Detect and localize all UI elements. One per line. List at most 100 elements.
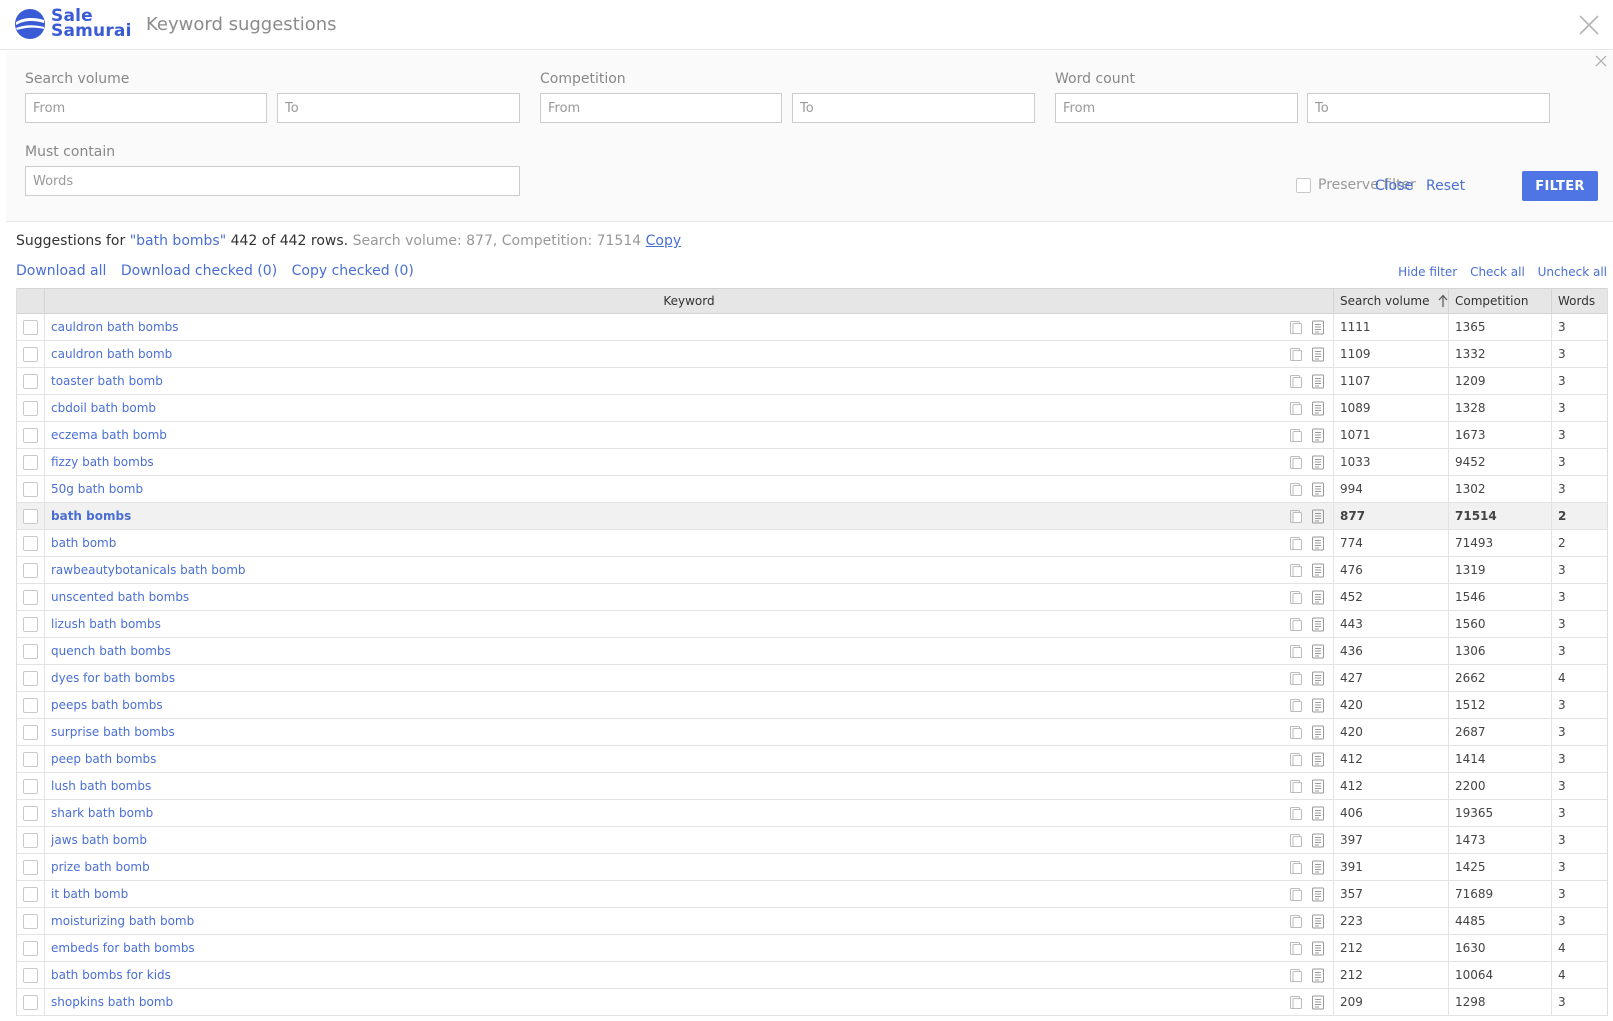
- copy-icon[interactable]: [1289, 806, 1303, 821]
- keyword-link[interactable]: moisturizing bath bomb: [51, 914, 194, 928]
- copy-icon[interactable]: [1289, 644, 1303, 659]
- document-icon[interactable]: [1311, 887, 1325, 902]
- row-checkbox[interactable]: [23, 967, 38, 983]
- copy-icon[interactable]: [1289, 563, 1303, 578]
- row-checkbox[interactable]: [23, 454, 38, 470]
- copy-icon[interactable]: [1289, 509, 1303, 524]
- keyword-link[interactable]: bath bombs: [51, 509, 131, 523]
- copy-icon[interactable]: [1289, 401, 1303, 416]
- competition-from-input[interactable]: [540, 93, 782, 123]
- keyword-link[interactable]: it bath bomb: [51, 887, 128, 901]
- uncheck-all-link[interactable]: Uncheck all: [1538, 265, 1607, 279]
- document-icon[interactable]: [1311, 644, 1325, 659]
- document-icon[interactable]: [1311, 563, 1325, 578]
- keyword-link[interactable]: quench bath bombs: [51, 644, 171, 658]
- keyword-link[interactable]: rawbeautybotanicals bath bomb: [51, 563, 246, 577]
- document-icon[interactable]: [1311, 725, 1325, 740]
- copy-icon[interactable]: [1289, 374, 1303, 389]
- row-checkbox[interactable]: [23, 805, 38, 821]
- row-checkbox[interactable]: [23, 940, 38, 956]
- word-count-to-input[interactable]: [1307, 93, 1550, 123]
- keyword-link[interactable]: bath bombs for kids: [51, 968, 171, 982]
- row-checkbox[interactable]: [23, 778, 38, 794]
- row-checkbox[interactable]: [23, 886, 38, 902]
- row-checkbox[interactable]: [23, 616, 38, 632]
- keyword-link[interactable]: peep bath bombs: [51, 752, 156, 766]
- row-checkbox[interactable]: [23, 481, 38, 497]
- document-icon[interactable]: [1311, 401, 1325, 416]
- copy-icon[interactable]: [1289, 671, 1303, 686]
- keyword-link[interactable]: prize bath bomb: [51, 860, 150, 874]
- document-icon[interactable]: [1311, 995, 1325, 1010]
- check-all-link[interactable]: Check all: [1470, 265, 1525, 279]
- document-icon[interactable]: [1311, 806, 1325, 821]
- competition-column-header[interactable]: Competition: [1449, 289, 1552, 313]
- copy-icon[interactable]: [1289, 860, 1303, 875]
- search-volume-from-input[interactable]: [25, 93, 267, 123]
- document-icon[interactable]: [1311, 698, 1325, 713]
- filter-button[interactable]: FILTER: [1522, 171, 1598, 201]
- row-checkbox[interactable]: [23, 697, 38, 713]
- copy-summary-link[interactable]: Copy: [646, 233, 682, 249]
- row-checkbox[interactable]: [23, 859, 38, 875]
- competition-to-input[interactable]: [792, 93, 1035, 123]
- keyword-link[interactable]: shopkins bath bomb: [51, 995, 173, 1009]
- reset-filter-link[interactable]: Reset: [1426, 178, 1465, 194]
- keyword-link[interactable]: surprise bath bombs: [51, 725, 175, 739]
- document-icon[interactable]: [1311, 374, 1325, 389]
- document-icon[interactable]: [1311, 752, 1325, 767]
- row-checkbox[interactable]: [23, 319, 38, 335]
- keyword-link[interactable]: cauldron bath bombs: [51, 320, 179, 334]
- row-checkbox[interactable]: [23, 751, 38, 767]
- keyword-link[interactable]: bath bomb: [51, 536, 116, 550]
- row-checkbox[interactable]: [23, 994, 38, 1010]
- document-icon[interactable]: [1311, 320, 1325, 335]
- row-checkbox[interactable]: [23, 400, 38, 416]
- copy-icon[interactable]: [1289, 968, 1303, 983]
- copy-icon[interactable]: [1289, 995, 1303, 1010]
- keyword-link[interactable]: jaws bath bomb: [51, 833, 147, 847]
- copy-icon[interactable]: [1289, 941, 1303, 956]
- row-checkbox[interactable]: [23, 535, 38, 551]
- row-checkbox[interactable]: [23, 724, 38, 740]
- copy-icon[interactable]: [1289, 482, 1303, 497]
- copy-icon[interactable]: [1289, 590, 1303, 605]
- keyword-link[interactable]: cauldron bath bomb: [51, 347, 172, 361]
- copy-icon[interactable]: [1289, 779, 1303, 794]
- document-icon[interactable]: [1311, 941, 1325, 956]
- keyword-link[interactable]: unscented bath bombs: [51, 590, 189, 604]
- row-checkbox[interactable]: [23, 346, 38, 362]
- document-icon[interactable]: [1311, 347, 1325, 362]
- keyword-link[interactable]: shark bath bomb: [51, 806, 153, 820]
- document-icon[interactable]: [1311, 833, 1325, 848]
- document-icon[interactable]: [1311, 455, 1325, 470]
- row-checkbox[interactable]: [23, 508, 38, 524]
- copy-icon[interactable]: [1289, 725, 1303, 740]
- row-checkbox[interactable]: [23, 670, 38, 686]
- keyword-link[interactable]: fizzy bath bombs: [51, 455, 154, 469]
- modal-close-button[interactable]: [1577, 13, 1601, 37]
- copy-icon[interactable]: [1289, 617, 1303, 632]
- document-icon[interactable]: [1311, 590, 1325, 605]
- keyword-link[interactable]: eczema bath bomb: [51, 428, 167, 442]
- keyword-link[interactable]: embeds for bath bombs: [51, 941, 195, 955]
- word-count-from-input[interactable]: [1055, 93, 1298, 123]
- keyword-link[interactable]: 50g bath bomb: [51, 482, 143, 496]
- copy-icon[interactable]: [1289, 455, 1303, 470]
- copy-icon[interactable]: [1289, 536, 1303, 551]
- keyword-link[interactable]: dyes for bath bombs: [51, 671, 175, 685]
- must-contain-input[interactable]: [25, 166, 520, 196]
- row-checkbox[interactable]: [23, 832, 38, 848]
- row-checkbox[interactable]: [23, 427, 38, 443]
- document-icon[interactable]: [1311, 914, 1325, 929]
- download-all-link[interactable]: Download all: [16, 263, 106, 279]
- filter-panel-close-icon[interactable]: [1595, 55, 1607, 67]
- copy-icon[interactable]: [1289, 428, 1303, 443]
- search-volume-to-input[interactable]: [277, 93, 520, 123]
- copy-icon[interactable]: [1289, 887, 1303, 902]
- copy-icon[interactable]: [1289, 698, 1303, 713]
- words-column-header[interactable]: Words: [1552, 289, 1607, 313]
- keyword-link[interactable]: lizush bath bombs: [51, 617, 161, 631]
- document-icon[interactable]: [1311, 968, 1325, 983]
- keyword-link[interactable]: cbdoil bath bomb: [51, 401, 156, 415]
